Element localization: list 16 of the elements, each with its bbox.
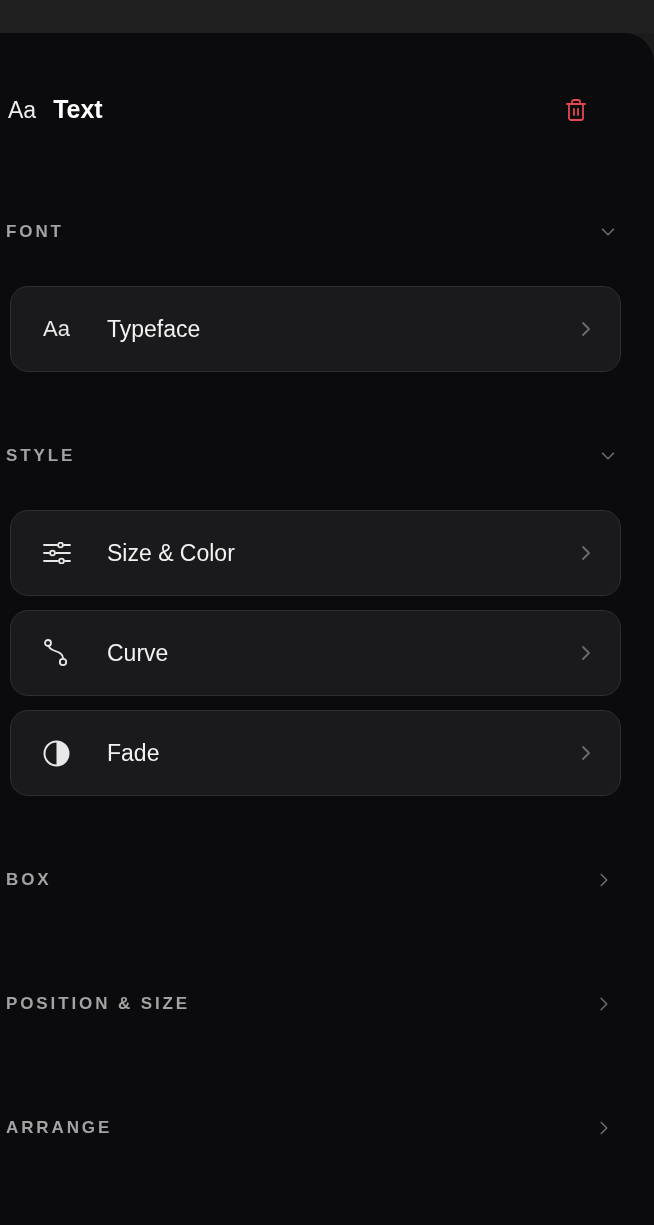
section-header[interactable]: POSITION & SIZE <box>6 984 621 1024</box>
section-header[interactable]: FONT <box>6 212 621 252</box>
sliders-icon <box>43 542 71 564</box>
contrast-icon <box>43 739 70 767</box>
menu-card[interactable]: Size & Color <box>10 510 621 596</box>
panel-title: Text <box>53 94 103 126</box>
menu-card[interactable]: Curve <box>10 610 621 696</box>
trash-icon <box>564 98 588 122</box>
menu-card[interactable]: Fade <box>10 710 621 796</box>
menu-card[interactable]: Aa Typeface <box>10 286 621 372</box>
section-header[interactable]: ARRANGE <box>6 1108 621 1148</box>
curve-icon <box>43 639 69 667</box>
font-glyph: Aa <box>43 318 70 340</box>
section-header[interactable]: BOX <box>6 860 621 900</box>
text-glyph: Aa <box>8 95 37 125</box>
section-header[interactable]: STYLE <box>6 436 621 476</box>
